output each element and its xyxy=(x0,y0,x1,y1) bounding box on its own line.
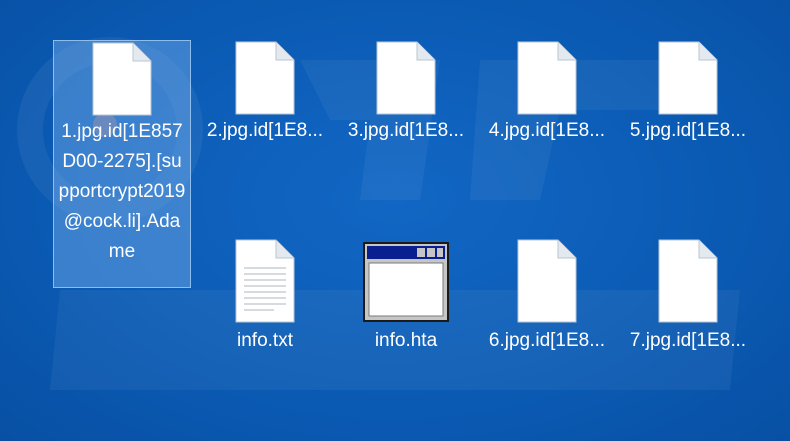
file-label: 7.jpg.id[1E8... xyxy=(629,330,747,351)
file-item-3[interactable]: 3.jpg.id[1E8... xyxy=(337,40,475,146)
blank-file-icon xyxy=(658,239,718,323)
blank-file-icon xyxy=(235,41,295,115)
file-label: 2.jpg.id[1E8... xyxy=(206,120,324,141)
file-label: info.txt xyxy=(237,330,293,351)
file-label: info.hta xyxy=(374,330,438,351)
file-item-7[interactable]: 7.jpg.id[1E8... xyxy=(619,236,757,356)
file-item-6[interactable]: 6.jpg.id[1E8... xyxy=(478,236,616,356)
file-label: 3.jpg.id[1E8... xyxy=(347,120,465,141)
desktop-background: 1.jpg.id[1E857D00-2275].[supportcrypt201… xyxy=(0,0,790,441)
file-label: 5.jpg.id[1E8... xyxy=(629,120,747,141)
file-label: 1.jpg.id[1E857D00-2275].[supportcrypt201… xyxy=(58,121,186,262)
file-item-info-txt[interactable]: info.txt xyxy=(196,236,334,356)
blank-file-icon xyxy=(92,42,152,116)
hta-application-icon xyxy=(363,242,449,322)
file-item-4[interactable]: 4.jpg.id[1E8... xyxy=(478,40,616,146)
blank-file-icon xyxy=(517,41,577,115)
blank-file-icon xyxy=(658,41,718,115)
file-label: 6.jpg.id[1E8... xyxy=(488,330,606,351)
blank-file-icon xyxy=(517,239,577,323)
blank-file-icon xyxy=(376,41,436,115)
file-label: 4.jpg.id[1E8... xyxy=(488,120,606,141)
file-item-2[interactable]: 2.jpg.id[1E8... xyxy=(196,40,334,146)
text-file-icon xyxy=(235,239,295,323)
file-item-5[interactable]: 5.jpg.id[1E8... xyxy=(619,40,757,146)
file-item-1[interactable]: 1.jpg.id[1E857D00-2275].[supportcrypt201… xyxy=(53,40,191,288)
file-item-info-hta[interactable]: info.hta xyxy=(337,236,475,356)
